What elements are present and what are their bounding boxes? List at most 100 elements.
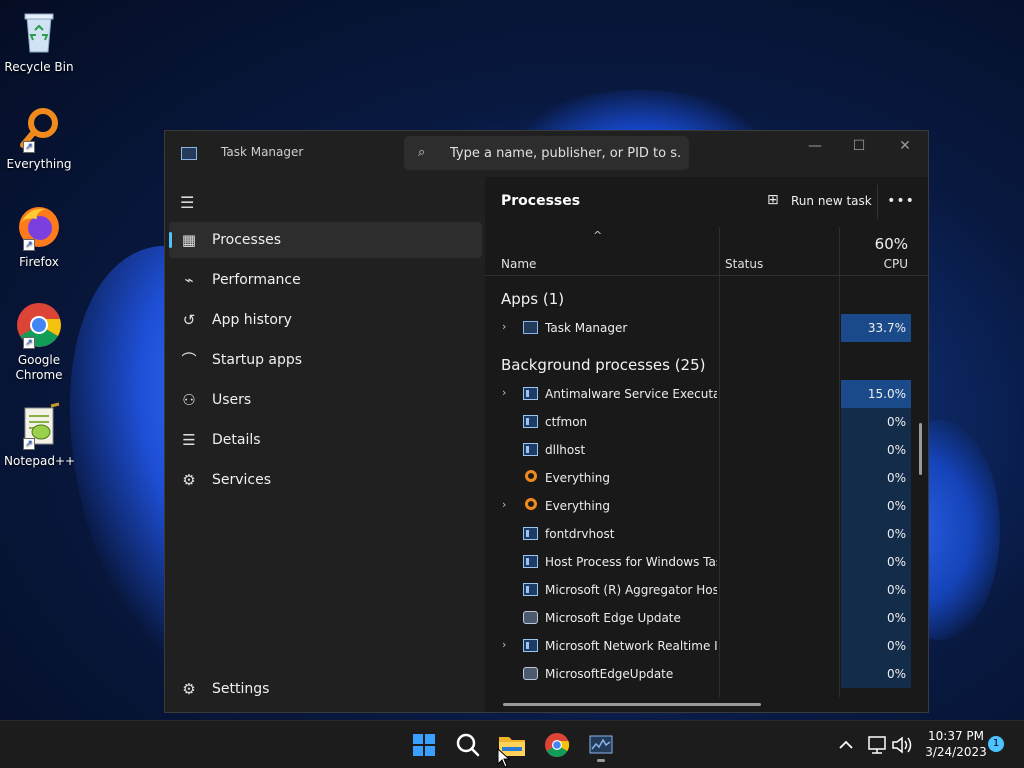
sidebar-item-startup-apps[interactable]: ⌒ Startup apps [169,342,482,378]
process-name: Host Process for Windows Tasks [545,555,717,569]
process-row[interactable]: MicrosoftEdgeUpdate 0% [485,660,911,688]
maximize-button[interactable]: ☐ [836,131,882,161]
expand-chevron-icon[interactable]: › [502,638,506,651]
process-exe-icon [523,527,538,540]
desktop-icon-everything[interactable]: ↗ Everything [4,105,74,172]
search-input[interactable] [450,143,682,163]
chevron-up-icon [839,740,853,749]
start-button[interactable] [406,727,442,763]
taskbar-chrome[interactable] [539,727,575,763]
sidebar-item-users[interactable]: ⚇ Users [169,382,482,418]
horizontal-scrollbar-thumb[interactable] [503,703,761,706]
process-cpu: 0% [841,436,911,464]
process-cpu: 0% [841,632,911,660]
process-row[interactable]: Microsoft (R) Aggregator Host 0% [485,576,911,604]
process-exe-icon [523,443,538,456]
process-exe-icon [523,639,538,652]
windows-logo-icon [425,746,435,756]
desktop-icon-google-chrome[interactable]: ↗ Google Chrome [4,301,74,383]
clock-date[interactable]: 3/24/2023 [922,745,990,759]
expand-chevron-icon[interactable]: › [502,386,506,399]
process-row[interactable]: Host Process for Windows Tasks 0% [485,548,911,576]
process-list: Apps (1) › Task Manager 33.7% Background… [485,276,928,696]
desktop-icon-notepad-plus-plus[interactable]: ↗ Notepad++ [4,402,75,469]
minimize-button[interactable]: — [792,131,838,161]
sidebar-item-label: Performance [212,272,301,288]
sidebar-item-details[interactable]: ☰ Details [169,422,482,458]
process-name: Antimalware Service Executable [545,387,717,401]
users-icon: ⚇ [182,391,196,409]
edge-update-icon [523,667,538,680]
column-header-status[interactable]: Status [725,257,763,271]
process-row[interactable]: dllhost 0% [485,436,911,464]
process-row[interactable]: › Everything 0% [485,492,911,520]
process-cpu: 0% [841,604,911,632]
notification-badge[interactable]: 1 [988,736,1004,752]
desktop-icon-recycle-bin[interactable]: Recycle Bin [4,8,74,75]
search-box[interactable]: ⌕ [404,136,689,170]
process-cpu: 33.7% [841,314,911,342]
chrome-icon: ↗ [15,301,63,349]
process-row[interactable]: Everything 0% [485,464,911,492]
services-icon: ⚙ [182,471,196,489]
process-row[interactable]: › Task Manager 33.7% [485,314,911,342]
processes-pane: Processes ⊞ Run new task ••• ^ Name Stat… [485,177,928,712]
process-name: MicrosoftEdgeUpdate [545,667,674,681]
windows-logo-icon [413,734,423,744]
expand-chevron-icon[interactable]: › [502,320,506,333]
title-bar[interactable]: Task Manager ⌕ — ☐ ✕ [165,131,928,177]
process-exe-icon [523,555,538,568]
show-hidden-icons-button[interactable] [828,727,864,763]
taskbar-task-manager[interactable] [583,727,619,763]
taskbar-search-button[interactable] [450,727,486,763]
details-icon: ☰ [182,431,196,449]
sidebar-item-label: Details [212,432,261,448]
process-row[interactable]: › Microsoft Network Realtime I... 0% [485,632,911,660]
firefox-icon: ↗ [15,203,63,251]
close-button[interactable]: ✕ [882,131,928,161]
process-row[interactable]: ctfmon 0% [485,408,911,436]
expand-chevron-icon[interactable]: › [502,498,506,511]
performance-icon: ⌁ [184,271,194,289]
process-row[interactable]: › Antimalware Service Executable 15.0% [485,380,911,408]
sidebar-item-app-history[interactable]: ↺ App history [169,302,482,338]
startup-apps-icon: ⌒ [181,351,197,369]
page-title: Processes [501,193,581,209]
vertical-scrollbar-thumb[interactable] [919,423,922,475]
speaker-icon [892,736,912,754]
sidebar-item-label: Services [212,472,272,488]
column-header-row: ^ Name Status 60% CPU [485,227,928,276]
edge-update-icon [523,611,538,624]
process-row[interactable]: Microsoft Edge Update 0% [485,604,911,632]
process-name: Task Manager [545,321,628,335]
process-name: ctfmon [545,415,588,429]
everything-icon [525,470,537,482]
sidebar-item-label: Settings [212,681,270,697]
sidebar-item-services[interactable]: ⚙ Services [169,462,482,498]
everything-icon: ↗ [15,105,63,153]
clock-time[interactable]: 10:37 PM [922,729,990,743]
column-header-cpu[interactable]: CPU [884,257,908,271]
sidebar-item-performance[interactable]: ⌁ Performance [169,262,482,298]
column-header-name[interactable]: Name [501,257,536,271]
process-cpu: 0% [841,464,911,492]
sidebar-item-settings[interactable]: ⚙ Settings [169,671,482,707]
process-row[interactable]: fontdrvhost 0% [485,520,911,548]
desktop-icon-firefox[interactable]: ↗ Firefox [4,203,74,270]
recycle-bin-icon [15,8,63,56]
shortcut-arrow-icon: ↗ [23,337,35,349]
group-header-background: Background processes (25) [501,356,706,374]
task-manager-icon [589,735,613,754]
sidebar-item-processes[interactable]: ▦ Processes [169,222,482,258]
running-indicator [597,759,605,762]
hamburger-menu-icon[interactable]: ☰ [180,193,194,212]
desktop-icon-label: Google Chrome [15,353,63,382]
processes-icon: ▦ [181,231,197,249]
desktop-icon-label: Everything [6,157,72,171]
sidebar-item-label: Users [212,392,252,408]
notepad-plus-plus-icon: ↗ [15,402,63,450]
process-exe-icon [523,583,538,596]
more-options-button[interactable]: ••• [883,189,919,215]
sidebar: ☰ ▦ Processes ⌁ Performance ↺ App histor… [165,177,485,712]
volume-button[interactable] [884,727,920,763]
